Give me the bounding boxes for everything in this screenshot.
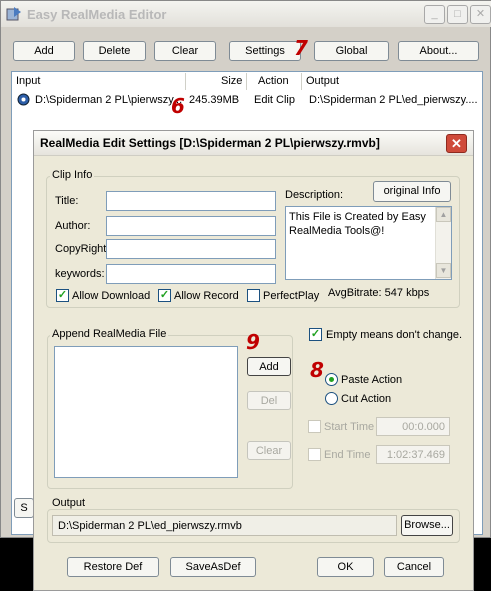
add-button[interactable]: Add	[13, 41, 75, 61]
delete-button[interactable]: Delete	[83, 41, 146, 61]
append-del-button[interactable]: Del	[247, 391, 291, 410]
output-path-field[interactable]: D:\Spiderman 2 PL\ed_pierwszy.rmvb	[52, 515, 397, 536]
allow-download-label: Allow Download	[72, 290, 151, 302]
paste-action-radio[interactable]	[325, 373, 338, 386]
cut-action-radio[interactable]	[325, 392, 338, 405]
append-clear-button[interactable]: Clear	[247, 441, 291, 460]
annotation-marker: 9	[246, 330, 260, 354]
about-button[interactable]: About...	[398, 41, 479, 61]
author-input[interactable]	[106, 216, 276, 236]
annotation-marker: 8	[310, 358, 324, 382]
avg-bitrate: AvgBitrate: 547 kbps	[328, 287, 430, 299]
output-path: D:\Spiderman 2 PL\ed_pierwszy.rmvb	[58, 520, 242, 532]
global-button[interactable]: Global	[314, 41, 389, 61]
description-label: Description:	[285, 189, 344, 201]
end-time-value: 1:02:37.469	[386, 449, 445, 461]
settings-button[interactable]: Settings	[229, 41, 301, 61]
app-icon	[6, 7, 21, 21]
scroll-down-icon[interactable]: ▼	[436, 263, 451, 278]
dialog-title: RealMedia Edit Settings [D:\Spiderman 2 …	[40, 136, 380, 150]
start-time-input[interactable]: 00:0.000	[376, 417, 450, 436]
radio-selected-dot	[329, 377, 334, 382]
allow-download-checkbox[interactable]: ✓	[56, 289, 69, 302]
browse-button[interactable]: Browse...	[401, 515, 453, 536]
dialog-close-icon[interactable]: ✕	[446, 134, 467, 153]
append-file-list[interactable]	[54, 346, 238, 478]
start-time-value: 00:0.000	[402, 421, 445, 433]
copyright-label: CopyRight	[55, 243, 107, 255]
original-info-button[interactable]: original Info	[373, 181, 451, 202]
end-time-label: End Time	[324, 449, 371, 461]
empty-means-label: Empty means don't change.	[326, 329, 463, 341]
cancel-button[interactable]: Cancel	[384, 557, 444, 577]
close-icon[interactable]: ✕	[470, 5, 491, 24]
column-header-size[interactable]: Size	[221, 73, 242, 90]
annotation-marker: 6	[171, 94, 185, 118]
allow-record-checkbox[interactable]: ✓	[158, 289, 171, 302]
keywords-input[interactable]	[106, 264, 276, 284]
title-label: Title:	[55, 195, 79, 207]
append-label: Append RealMedia File	[50, 328, 169, 340]
description-scrollbar[interactable]: ▲ ▼	[435, 207, 451, 279]
cut-action-label: Cut Action	[341, 393, 392, 405]
keywords-label: keywords:	[55, 268, 105, 280]
column-header-output[interactable]: Output	[306, 73, 339, 90]
maximize-icon[interactable]: □	[447, 5, 468, 24]
column-header-input[interactable]: Input	[16, 73, 40, 90]
start-time-label: Start Time	[324, 421, 375, 433]
column-header-action[interactable]: Action	[258, 73, 289, 90]
empty-means-checkbox[interactable]: ✓	[309, 328, 322, 341]
settings-button-partial[interactable]: S	[14, 498, 34, 518]
scroll-up-icon[interactable]: ▲	[436, 207, 451, 222]
author-label: Author:	[55, 220, 91, 232]
description-text: This File is Created by Easy RealMedia T…	[289, 211, 426, 237]
allow-record-label: Allow Record	[174, 290, 239, 302]
end-time-input[interactable]: 1:02:37.469	[376, 445, 450, 464]
copyright-input[interactable]	[106, 239, 276, 259]
row-size: 245.39MB	[189, 94, 240, 106]
row-action: Edit Clip	[254, 94, 295, 106]
realmedia-file-icon	[17, 93, 30, 106]
append-add-button[interactable]: Add	[247, 357, 291, 376]
row-input: D:\Spiderman 2 PL\pierwszy...	[35, 94, 183, 106]
title-input[interactable]	[106, 191, 276, 211]
column-separator	[246, 73, 247, 90]
perfect-play-checkbox[interactable]	[247, 289, 260, 302]
paste-action-label: Paste Action	[341, 374, 403, 386]
end-time-checkbox[interactable]	[308, 448, 321, 461]
perfect-play-label: PerfectPlay	[263, 290, 320, 302]
annotation-marker: 7	[294, 36, 308, 60]
column-separator	[301, 73, 302, 90]
restore-def-button[interactable]: Restore Def	[67, 557, 159, 577]
ok-button[interactable]: OK	[317, 557, 374, 577]
output-label: Output	[50, 497, 88, 509]
description-textarea[interactable]: This File is Created by Easy RealMedia T…	[285, 206, 452, 280]
row-output: D:\Spiderman 2 PL\ed_pierwszy....	[309, 94, 478, 106]
column-separator	[185, 73, 186, 90]
save-as-def-button[interactable]: SaveAsDef	[170, 557, 256, 577]
edit-settings-dialog: RealMedia Edit Settings [D:\Spiderman 2 …	[33, 130, 474, 591]
minimize-icon[interactable]: _	[424, 5, 445, 24]
app-title: Easy RealMedia Editor	[27, 7, 167, 22]
start-time-checkbox[interactable]	[308, 420, 321, 433]
clip-info-label: Clip Info	[50, 169, 95, 181]
clear-button[interactable]: Clear	[154, 41, 216, 61]
